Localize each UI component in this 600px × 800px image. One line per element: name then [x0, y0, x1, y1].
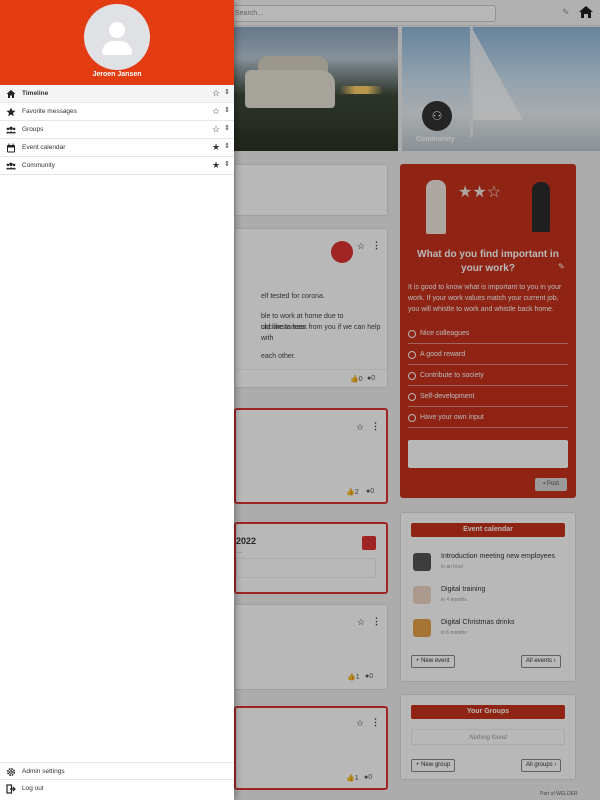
nav-item-community[interactable]: Community ★ ⇕: [0, 157, 234, 175]
nav-item-timeline[interactable]: Timeline ☆ ⇕: [0, 85, 234, 103]
sort-icon[interactable]: ⇕: [224, 142, 230, 152]
user-icon-body: [102, 41, 132, 55]
nav-label: Event calendar: [22, 144, 66, 151]
nav-label: Community: [22, 162, 55, 169]
sort-icon[interactable]: ⇕: [224, 88, 230, 98]
drawer-header: Jeroen Jansen: [0, 0, 234, 85]
log-out-label: Log out: [22, 785, 44, 792]
log-out-item[interactable]: Log out: [0, 779, 234, 796]
nav-item-favorite-messages[interactable]: Favorite messages ☆ ⇕: [0, 103, 234, 121]
navigation-drawer: Jeroen Jansen Timeline ☆ ⇕ Favorite mess…: [0, 0, 234, 800]
star-filled-icon[interactable]: ★: [212, 160, 220, 170]
nav-label: Groups: [22, 126, 44, 133]
admin-settings-item[interactable]: Admin settings: [0, 762, 234, 779]
sort-icon[interactable]: ⇕: [224, 124, 230, 134]
home-icon: [6, 90, 16, 98]
nav-item-groups[interactable]: Groups ☆ ⇕: [0, 121, 234, 139]
nav-label: Timeline: [22, 90, 49, 97]
user-icon: [109, 22, 125, 38]
star-filled-icon[interactable]: ★: [212, 142, 220, 152]
admin-settings-label: Admin settings: [22, 768, 65, 775]
star-outline-icon[interactable]: ☆: [212, 106, 220, 116]
users-icon: [6, 162, 16, 170]
avatar[interactable]: [84, 4, 150, 70]
sort-icon[interactable]: ⇕: [224, 160, 230, 170]
user-name: Jeroen Jansen: [92, 71, 142, 78]
nav-item-event-calendar[interactable]: Event calendar ★ ⇕: [0, 139, 234, 157]
users-icon: [6, 126, 16, 134]
sort-icon[interactable]: ⇕: [224, 106, 230, 116]
star-icon: [6, 107, 16, 117]
nav-label: Favorite messages: [22, 108, 77, 115]
star-outline-icon[interactable]: ☆: [212, 88, 220, 98]
star-outline-icon[interactable]: ☆: [212, 124, 220, 134]
calendar-icon: [7, 143, 15, 153]
logout-icon: [6, 784, 16, 794]
gear-icon: [6, 767, 16, 777]
